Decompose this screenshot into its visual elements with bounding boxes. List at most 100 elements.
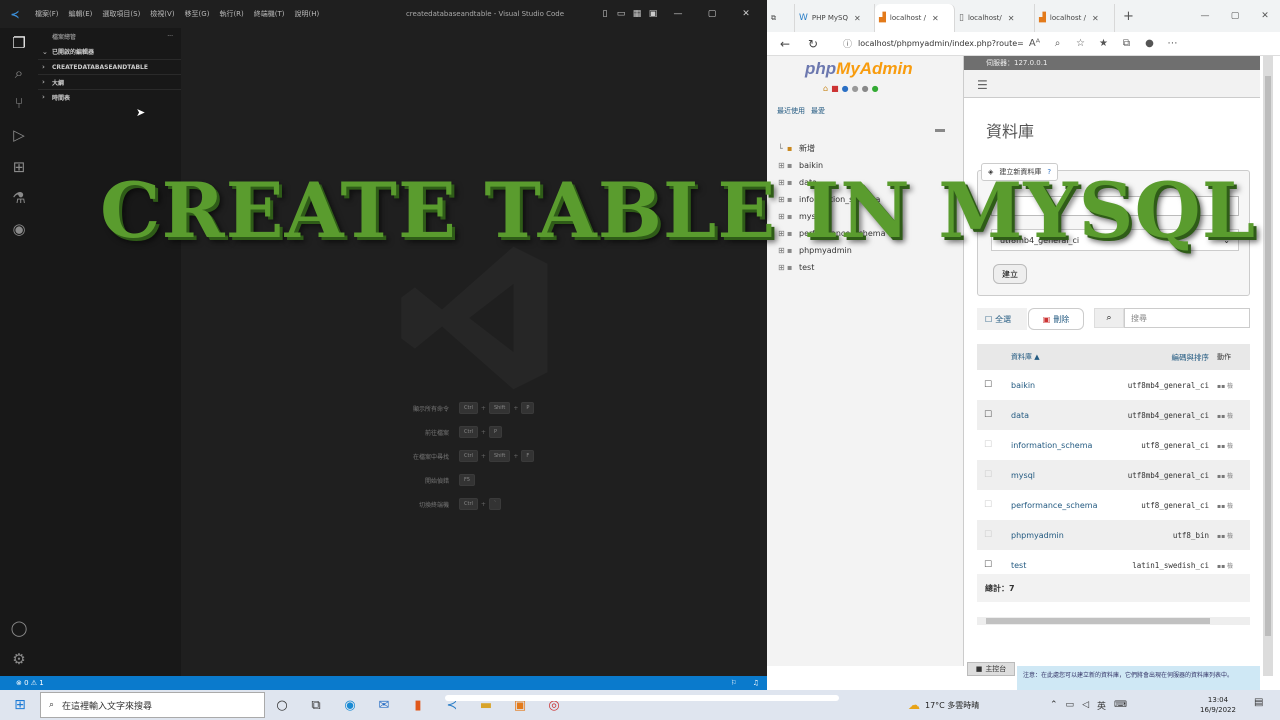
collapse-all-icon[interactable]	[935, 129, 945, 132]
privileges-link[interactable]: ▪▪ 檢	[1217, 441, 1250, 450]
privileges-link[interactable]: ▪▪ 檢	[1217, 381, 1250, 390]
notification-center-icon[interactable]: ▤	[1254, 697, 1263, 708]
tree-new[interactable]: └ ▪ 新增	[775, 140, 960, 157]
menu-terminal[interactable]: 終端機(T)	[249, 9, 290, 19]
header-database[interactable]: 資料庫 ▲	[999, 352, 1097, 362]
address-bar[interactable]: ⓘ localhost/phpmyadmin/index.php?route=/s…	[843, 35, 1023, 53]
check-all[interactable]: ☐ 全選	[977, 308, 1027, 330]
menu-selection[interactable]: 選取項目(S)	[97, 9, 145, 19]
maximize-icon[interactable]: ▢	[695, 0, 729, 28]
more-menu-icon[interactable]: ⋯	[1161, 38, 1184, 49]
customize-layout-icon[interactable]: ▣	[645, 0, 661, 28]
row-checkbox[interactable]: ☐	[977, 410, 999, 420]
favorite-star-icon[interactable]: ☆	[1069, 38, 1092, 49]
testing-icon[interactable]: ⚗	[0, 183, 38, 213]
settings-icon[interactable]: ●	[862, 84, 869, 93]
tab-recent[interactable]: 最近使用	[777, 106, 805, 116]
row-checkbox[interactable]: ☐	[977, 440, 999, 450]
problems-status[interactable]: ⊗ 0 ⚠ 1	[0, 679, 44, 687]
weather-widget[interactable]: ☁ 17°C 多雲時晴	[908, 690, 979, 720]
section-timeline[interactable]: › 時間表	[38, 89, 181, 104]
input-mode-icon[interactable]: ⌨	[1114, 700, 1127, 710]
row-checkbox[interactable]: ☐	[977, 560, 999, 570]
minimize-icon[interactable]: —	[661, 0, 695, 28]
source-control-icon[interactable]: ⑂	[0, 88, 38, 118]
tab-localhost-3[interactable]: ▟ localhost / ✕	[1035, 4, 1115, 32]
expand-plus-icon[interactable]: ⊞	[775, 263, 787, 272]
tab-favorites[interactable]: 最愛	[811, 106, 825, 116]
pma-logo[interactable]: phpMyAdmin	[805, 59, 913, 79]
logout-icon[interactable]: ■	[831, 84, 839, 93]
windows-start-icon[interactable]: ⊞	[0, 697, 40, 713]
mail-icon[interactable]: ✉	[367, 698, 401, 713]
menu-help[interactable]: 說明(H)	[290, 9, 325, 19]
console-tab[interactable]: ■ 主控台	[967, 662, 1015, 676]
tab-close-icon[interactable]: ✕	[854, 14, 861, 23]
hamburger-menu-icon[interactable]: ☰	[977, 78, 988, 92]
row-checkbox[interactable]: ☐	[977, 470, 999, 480]
privileges-link[interactable]: ▪▪ 檢	[1217, 501, 1250, 510]
sql-docs-icon[interactable]: ●	[852, 84, 859, 93]
close-icon[interactable]: ✕	[729, 0, 763, 28]
section-open-editors[interactable]: ⌄ 已開啟的編輯器	[38, 44, 181, 59]
db-link[interactable]: phpmyadmin	[999, 531, 1097, 540]
row-checkbox[interactable]: ☐	[977, 500, 999, 510]
run-debug-icon[interactable]: ▷	[0, 120, 38, 150]
docs-icon[interactable]: ●	[842, 84, 849, 93]
menu-file[interactable]: 檔案(F)	[30, 9, 64, 19]
privileges-link[interactable]: ▪▪ 檢	[1217, 561, 1250, 570]
taskbar-search[interactable]: ⌕ 在這裡輸入文字來搜尋	[40, 692, 265, 718]
back-icon[interactable]: ←	[775, 37, 795, 51]
office-icon[interactable]: ▮	[401, 698, 435, 713]
minimize-icon[interactable]: —	[1190, 2, 1220, 30]
db-link[interactable]: data	[999, 411, 1097, 420]
edge-devtools-icon[interactable]: ◉	[0, 214, 38, 244]
more-actions-icon[interactable]: ···	[167, 33, 173, 40]
tray-overflow-icon[interactable]: ⌃	[1050, 700, 1058, 710]
page-scrollbar[interactable]	[1263, 56, 1273, 676]
layout-icon[interactable]: ▦	[629, 0, 645, 28]
collections-icon[interactable]: ⧉	[1115, 38, 1138, 49]
taskbar-clock[interactable]: 13:04 16/9/2022	[1196, 690, 1240, 720]
db-link[interactable]: baikin	[999, 381, 1097, 390]
section-project-folder[interactable]: › CREATEDATABASEANDTABLE	[38, 59, 181, 74]
tab-close-icon[interactable]: ✕	[1092, 14, 1099, 23]
delete-button[interactable]: ▣ 刪除	[1028, 308, 1084, 330]
menu-view[interactable]: 檢視(V)	[145, 9, 179, 19]
extensions-icon[interactable]: ⊞	[0, 152, 38, 182]
tab-actions-icon[interactable]: ⧉	[767, 4, 795, 32]
db-link[interactable]: performance_schema	[999, 501, 1098, 510]
volume-icon[interactable]: ◁	[1082, 700, 1089, 710]
tab-close-icon[interactable]: ✕	[932, 14, 939, 23]
read-aloud-icon[interactable]: Aᴬ	[1023, 38, 1046, 49]
db-link[interactable]: test	[999, 561, 1097, 570]
db-link[interactable]: information_schema	[999, 441, 1097, 450]
remote-icon[interactable]: ⚐	[730, 679, 736, 687]
tree-db-test[interactable]: ⊞ ▪ test	[775, 259, 960, 276]
toggle-panel-icon[interactable]: ▭	[613, 0, 629, 28]
tab-localhost-active[interactable]: ▟ localhost / ✕	[875, 4, 955, 32]
database-filter-input[interactable]: 搜尋	[1124, 308, 1250, 328]
create-button[interactable]: 建立	[993, 264, 1027, 284]
tab-close-icon[interactable]: ✕	[1008, 14, 1015, 23]
tab-localhost-2[interactable]: ▯ localhost/ ✕	[955, 4, 1035, 32]
db-link[interactable]: mysql	[999, 471, 1097, 480]
section-outline[interactable]: › 大綱	[38, 74, 181, 89]
menu-edit[interactable]: 編輯(E)	[64, 9, 98, 19]
explorer-icon[interactable]: ❐	[0, 28, 38, 58]
cortana-icon[interactable]: ○	[265, 698, 299, 713]
maximize-icon[interactable]: ▢	[1220, 2, 1250, 30]
toggle-sidebar-icon[interactable]: ▯	[597, 0, 613, 28]
row-checkbox[interactable]: ☐	[977, 380, 999, 390]
privileges-link[interactable]: ▪▪ 檢	[1217, 531, 1250, 540]
reload-nav-icon[interactable]: ●	[872, 84, 879, 93]
menu-run[interactable]: 執行(R)	[214, 9, 248, 19]
task-view-icon[interactable]: ⧉	[299, 698, 333, 713]
home-icon[interactable]: ⌂	[823, 84, 828, 93]
new-tab-icon[interactable]: +	[1115, 9, 1142, 24]
privileges-link[interactable]: ▪▪ 檢	[1217, 411, 1250, 420]
checkbox-icon[interactable]: ☐	[985, 315, 992, 324]
notifications-bell-icon[interactable]: ♫	[753, 679, 759, 687]
privileges-link[interactable]: ▪▪ 檢	[1217, 471, 1250, 480]
zoom-icon[interactable]: ⌕	[1046, 38, 1069, 49]
